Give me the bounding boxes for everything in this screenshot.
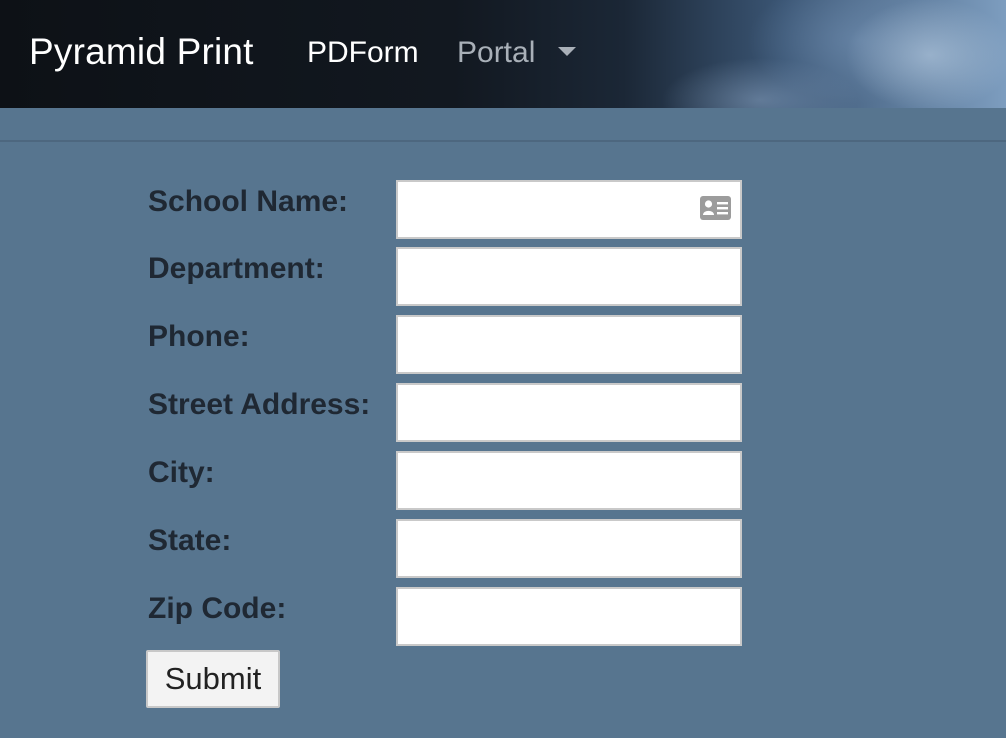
city-label: City: xyxy=(148,456,215,489)
brand-link[interactable]: Pyramid Print xyxy=(29,30,254,74)
nav-link-pdform[interactable]: PDForm xyxy=(307,34,419,72)
phone-label: Phone: xyxy=(148,320,250,353)
school-name-input[interactable] xyxy=(396,180,742,239)
form-row-department: Department: xyxy=(0,247,1006,307)
header-divider xyxy=(0,140,1006,142)
state-input[interactable] xyxy=(396,519,742,578)
nav-dropdown-portal[interactable]: Portal xyxy=(457,34,535,72)
form-row-school-name: School Name: xyxy=(0,180,1006,240)
contact-card-icon[interactable] xyxy=(699,195,732,221)
phone-input[interactable] xyxy=(396,315,742,374)
form-row-state: State: xyxy=(0,519,1006,579)
state-label: State: xyxy=(148,524,232,557)
caret-down-icon[interactable] xyxy=(558,47,576,56)
form-row-street-address: Street Address: xyxy=(0,383,1006,443)
form-row-city: City: xyxy=(0,451,1006,511)
department-label: Department: xyxy=(148,252,325,285)
zip-code-label: Zip Code: xyxy=(148,592,287,625)
street-address-input[interactable] xyxy=(396,383,742,442)
department-input[interactable] xyxy=(396,247,742,306)
navbar: Pyramid Print PDForm Portal xyxy=(0,0,1006,108)
form-row-phone: Phone: xyxy=(0,315,1006,375)
street-address-label: Street Address: xyxy=(148,388,371,421)
form-row-zip-code: Zip Code: xyxy=(0,587,1006,647)
school-name-label: School Name: xyxy=(148,185,349,218)
city-input[interactable] xyxy=(396,451,742,510)
submit-button[interactable]: Submit xyxy=(146,650,280,708)
zip-code-input[interactable] xyxy=(396,587,742,646)
